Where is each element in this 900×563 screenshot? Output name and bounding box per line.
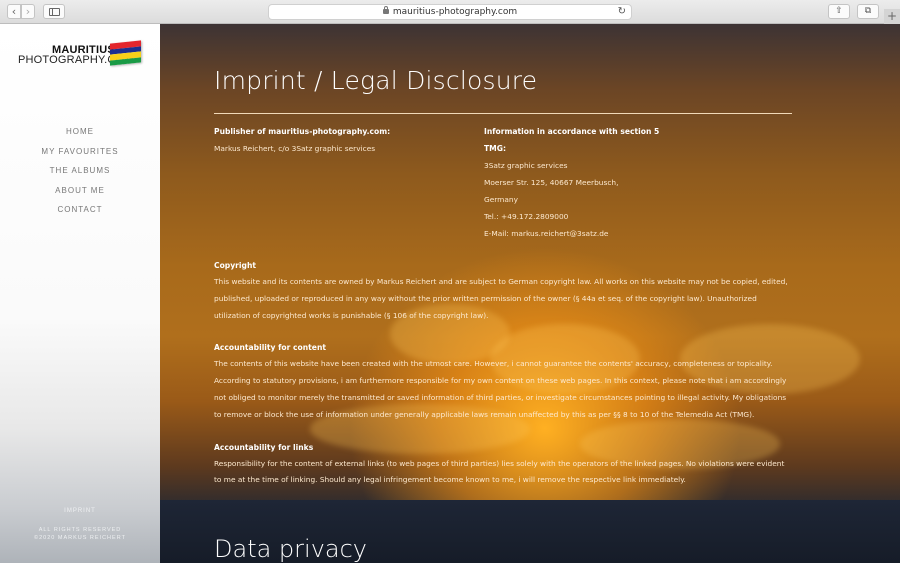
section-heading: Accountability for links — [214, 442, 314, 452]
section-text: This website and its contents are owned … — [214, 277, 788, 320]
imprint-link[interactable]: IMPRINT — [0, 508, 160, 514]
sidebar: MAURITIUS PHOTOGRAPHY.COM HOME MY FAVOUR… — [0, 24, 160, 563]
info-heading: Information in accordance with section 5 — [484, 127, 660, 136]
info-email[interactable]: E-Mail: markus.reichert@3satz.de — [484, 225, 784, 242]
section-text: Responsibility for the content of extern… — [214, 458, 785, 485]
publisher-heading: Publisher of mauritius-photography.com: — [214, 127, 391, 136]
back-button[interactable]: ‹ — [7, 4, 21, 19]
menu-item-about[interactable]: ABOUT ME — [0, 181, 160, 201]
new-tab-button[interactable]: + — [884, 9, 900, 24]
rights-line1: ALL RIGHTS RESERVED — [38, 527, 122, 533]
lock-icon — [382, 6, 389, 14]
info-line: Moerser Str. 125, 40667 Meerbusch, — [484, 178, 619, 187]
section-heading: Copyright — [214, 261, 256, 270]
info-line: Tel.: +49.172.2809000 — [484, 212, 569, 221]
data-privacy-heading: Data privacy — [214, 535, 368, 563]
section-text: The contents of this website have been c… — [214, 359, 787, 419]
section-heading: Accountability for content — [214, 343, 326, 353]
forward-button[interactable]: › — [21, 4, 35, 19]
info-line: Germany — [484, 195, 518, 204]
menu-item-contact[interactable]: CONTACT — [0, 200, 160, 220]
share-button[interactable]: ⇧ — [828, 4, 850, 19]
imprint-content: Imprint / Legal Disclosure Publisher of … — [214, 66, 792, 489]
menu-item-albums[interactable]: THE ALBUMS — [0, 161, 160, 181]
tabs-overview-button[interactable]: ⧉ — [857, 4, 879, 19]
site-logo[interactable]: MAURITIUS PHOTOGRAPHY.COM — [14, 40, 148, 74]
sidebar-icon — [49, 8, 60, 16]
info-line: 3Satz graphic services — [484, 161, 568, 170]
publisher-block: Publisher of mauritius-photography.com: … — [214, 123, 464, 157]
browser-toolbar: ‹ › mauritius-photography.com ↻ ⇧ ⧉ + — [0, 0, 900, 24]
mauritius-flag-icon — [110, 40, 141, 66]
content-accountability-section: Accountability for content The contents … — [214, 339, 792, 423]
page-title: Imprint / Legal Disclosure — [214, 66, 538, 95]
sidebar-footer: IMPRINT ALL RIGHTS RESERVED ©2020 MARKUS… — [0, 508, 160, 542]
title-divider — [214, 113, 792, 114]
url-text: mauritius-photography.com — [392, 7, 518, 17]
main-menu: HOME MY FAVOURITES THE ALBUMS ABOUT ME C… — [0, 122, 160, 220]
menu-item-home[interactable]: HOME — [0, 122, 160, 142]
reload-icon[interactable]: ↻ — [618, 5, 626, 19]
main-content: Imprint / Legal Disclosure Publisher of … — [160, 24, 900, 563]
copyright-section: Copyright This website and its contents … — [214, 257, 792, 324]
info-block: Information in accordance with section 5… — [484, 123, 784, 242]
contact-columns: Publisher of mauritius-photography.com: … — [214, 123, 792, 245]
sidebar-toggle-button[interactable] — [43, 4, 65, 19]
copyright-notice: ALL RIGHTS RESERVED ©2020 MARKUS REICHER… — [0, 526, 160, 542]
menu-item-favourites[interactable]: MY FAVOURITES — [0, 142, 160, 162]
info-heading-line2: TMG: — [484, 144, 507, 153]
address-bar[interactable]: mauritius-photography.com ↻ — [268, 4, 632, 20]
publisher-text: Markus Reichert, c/o 3Satz graphic servi… — [214, 144, 376, 153]
rights-line2: ©2020 MARKUS REICHERT — [34, 535, 126, 541]
links-accountability-section: Accountability for links Responsibility … — [214, 439, 792, 490]
